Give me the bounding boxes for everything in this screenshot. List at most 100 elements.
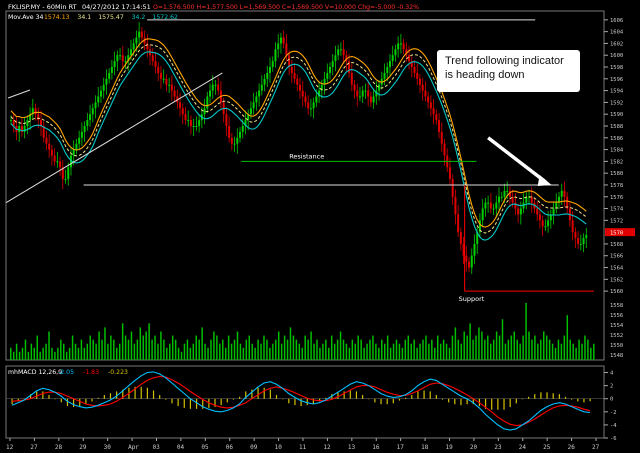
- candle-body: [541, 220, 544, 227]
- volume-bar: [68, 347, 71, 360]
- macd-histogram-bar: [177, 398, 179, 407]
- candle-body: [465, 255, 468, 262]
- volume-bar: [245, 339, 248, 360]
- candle-body: [361, 90, 364, 97]
- volume-bar: [472, 339, 474, 360]
- volume-bar: [54, 351, 56, 360]
- candle-body: [64, 179, 67, 181]
- volume-bar: [475, 335, 477, 360]
- price-tick-label: 1576: [610, 195, 623, 201]
- macd-histogram-bar: [534, 394, 536, 399]
- macd-histogram-bar: [386, 398, 388, 405]
- x-tick-label: 13: [348, 444, 356, 451]
- volume-bar: [254, 347, 256, 360]
- candle-body: [429, 102, 432, 109]
- x-tick-label: 05: [201, 444, 209, 451]
- candle-body: [279, 37, 282, 44]
- candle-body: [189, 120, 192, 126]
- candle-body: [468, 261, 471, 268]
- volume-bar: [104, 327, 106, 360]
- candle-body: [498, 196, 501, 203]
- volume-bar: [410, 343, 412, 360]
- volume-bar: [310, 331, 312, 360]
- volume-bar: [157, 343, 159, 360]
- candle-body: [83, 125, 86, 132]
- price-tick-label: 1580: [610, 171, 623, 177]
- candle-body: [299, 84, 301, 91]
- candle-body: [399, 43, 402, 45]
- volume-bar: [354, 343, 357, 360]
- volume-bar: [186, 339, 189, 360]
- macd-histogram-bar: [546, 392, 548, 399]
- candle-body: [255, 96, 258, 103]
- macd-histogram-bar: [189, 398, 192, 409]
- volume-bar: [236, 331, 239, 360]
- volume-bar: [160, 331, 162, 360]
- volume-bar: [413, 339, 415, 360]
- volume-bar: [283, 335, 286, 360]
- volume-bar: [537, 343, 539, 360]
- volume-bar: [389, 347, 392, 360]
- macd-histogram-bar: [411, 395, 413, 399]
- candle-body: [315, 96, 318, 103]
- candle-body: [402, 43, 405, 50]
- volume-bar: [195, 335, 197, 360]
- price-tick-label: 1606: [610, 18, 623, 24]
- candle-body: [454, 196, 457, 215]
- candle-body: [487, 202, 490, 204]
- volume-bar: [71, 335, 74, 360]
- candle-body: [105, 78, 108, 85]
- macd-tick-label: -2: [610, 410, 617, 416]
- candle-body: [517, 208, 520, 215]
- volume-bar: [36, 335, 38, 360]
- volume-bar: [342, 339, 345, 360]
- volume-bar: [189, 347, 192, 360]
- candle-body: [132, 43, 135, 50]
- volume-bar: [463, 331, 465, 360]
- macd-histogram-bar: [528, 396, 530, 399]
- volume-bar: [65, 351, 68, 360]
- volume-bar: [230, 343, 233, 360]
- volume-bar: [504, 343, 507, 360]
- candle-body: [260, 84, 263, 91]
- volume-tick-label: 1554: [610, 323, 624, 329]
- volume-bar: [304, 335, 306, 360]
- macd-histogram-bar: [66, 398, 69, 407]
- macd-histogram-bar: [48, 395, 50, 399]
- volume-bar: [33, 347, 36, 360]
- candle-body: [440, 131, 443, 144]
- volume-bar: [366, 343, 368, 360]
- price-tick-label: 1572: [610, 218, 623, 224]
- volume-bar: [484, 339, 486, 360]
- macd-histogram-bar: [349, 390, 351, 399]
- macd-histogram-bar: [288, 398, 290, 404]
- volume-bar: [531, 339, 533, 360]
- volume-bar: [439, 343, 442, 360]
- candle-body: [457, 214, 460, 233]
- volume-bar: [27, 351, 30, 360]
- macd-histogram-bar: [282, 398, 284, 400]
- candle-body: [307, 102, 310, 109]
- volume-bar: [239, 343, 242, 360]
- volume-tick-label: 1548: [610, 353, 623, 359]
- candle-body: [165, 78, 168, 85]
- candle-body: [438, 120, 441, 132]
- volume-bar: [451, 335, 454, 360]
- candle-body: [113, 61, 116, 68]
- volume-bar: [525, 303, 527, 360]
- volume-bar: [142, 335, 144, 360]
- macd-tick-label: 0: [610, 397, 613, 403]
- macd-histogram-bar: [183, 398, 185, 408]
- volume-bar: [77, 347, 80, 360]
- volume-bar: [369, 339, 371, 360]
- volume-bar: [227, 335, 230, 360]
- volume-bar: [513, 331, 516, 360]
- volume-bar: [548, 339, 551, 360]
- candle-body: [258, 90, 261, 97]
- volume-bar: [593, 343, 595, 360]
- macd-histogram-bar: [91, 398, 93, 402]
- volume-bar: [171, 335, 174, 360]
- x-tick-label: 12: [323, 444, 331, 451]
- price-tick-label: 1562: [610, 277, 623, 283]
- volume-bar: [351, 339, 354, 360]
